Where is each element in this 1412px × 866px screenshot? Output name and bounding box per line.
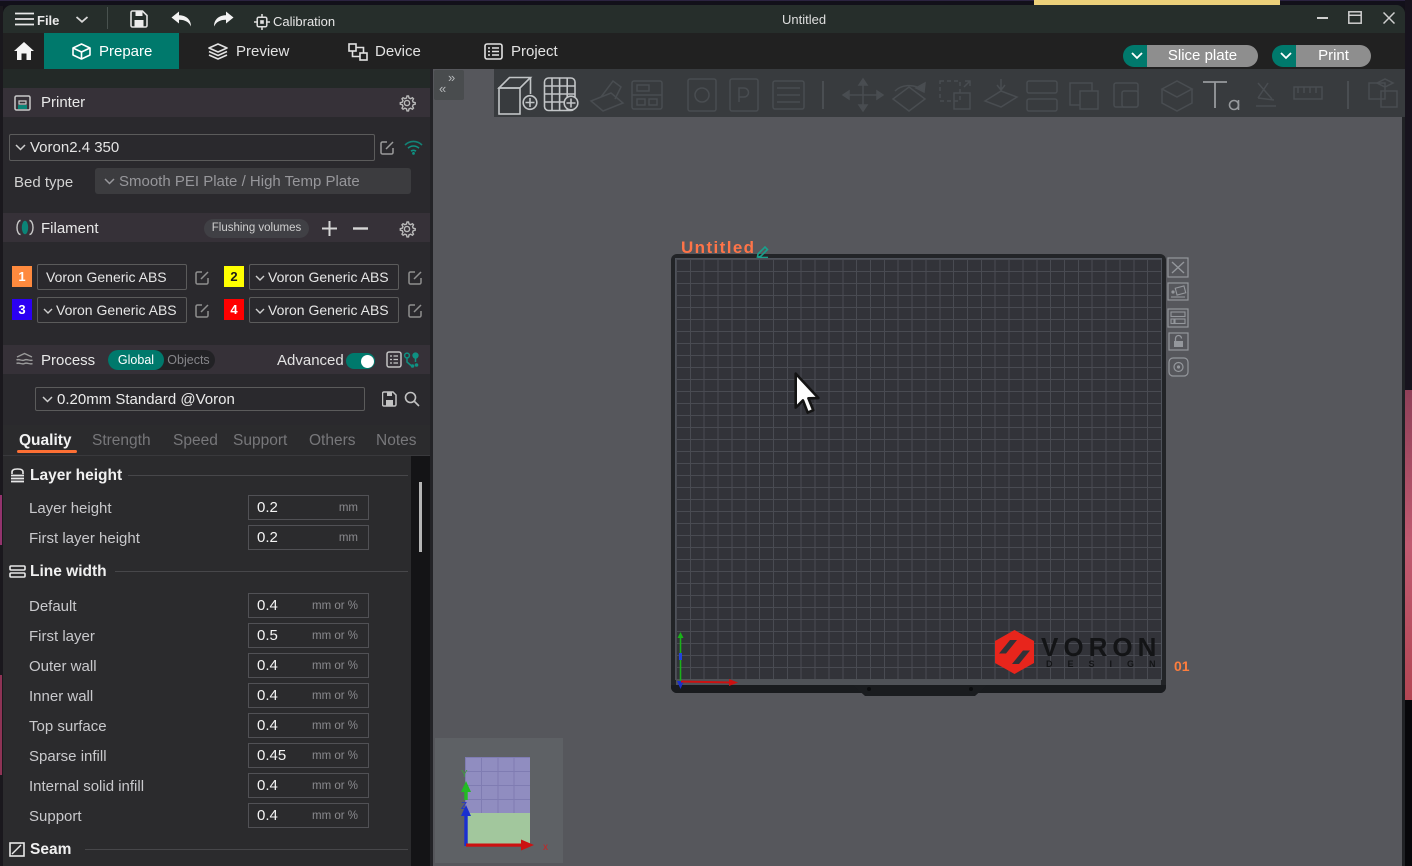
svg-text:Y: Y: [461, 769, 468, 780]
svg-text:x: x: [543, 842, 548, 853]
